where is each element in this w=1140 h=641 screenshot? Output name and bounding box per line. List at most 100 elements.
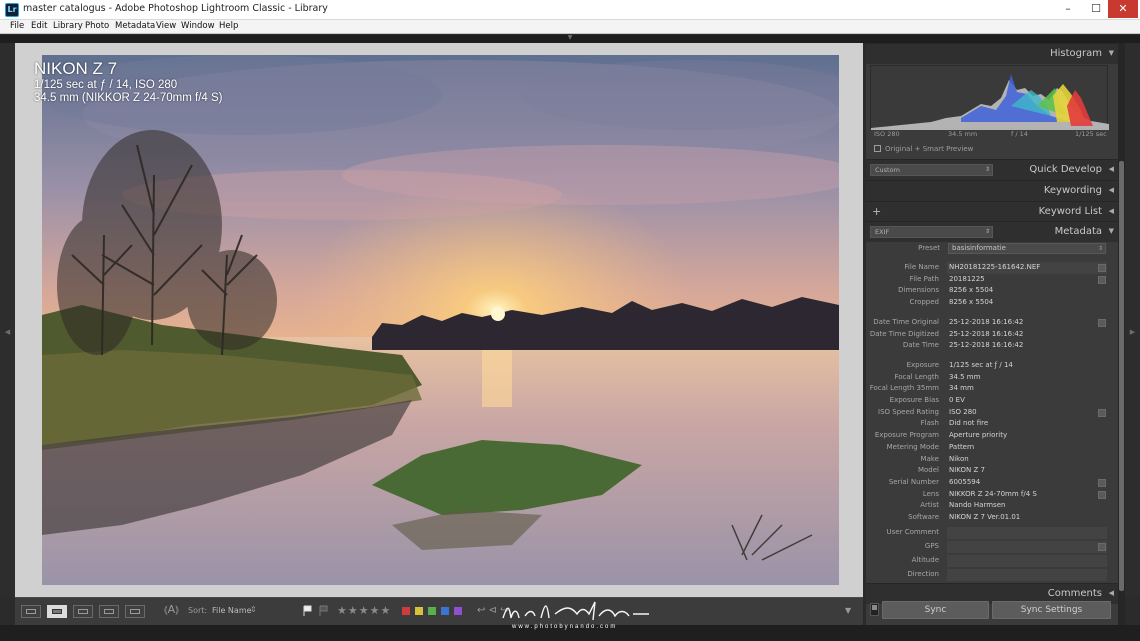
add-keyword-icon[interactable]: + — [872, 205, 881, 218]
expand-triangle-icon[interactable]: ◀ — [1109, 165, 1114, 173]
keywording-header[interactable]: Keywording ◀ — [866, 180, 1120, 201]
color-label-blue[interactable] — [441, 607, 449, 615]
reject-flag-icon[interactable] — [319, 605, 328, 617]
collapse-top-triangle-icon[interactable]: ▼ — [565, 35, 575, 41]
sort-direction-icon[interactable]: ⇕ — [250, 605, 257, 614]
metadata-value: Nikon — [949, 454, 969, 463]
metadata-key: ISO Speed Rating — [878, 407, 939, 416]
expand-triangle-icon[interactable]: ◀ — [1109, 186, 1114, 194]
smart-preview-icon[interactable] — [874, 145, 881, 152]
metadata-value: NIKON Z 7 Ver.01.01 — [949, 513, 1021, 521]
expand-triangle-icon[interactable]: ◀ — [1109, 207, 1114, 215]
grid-view-button[interactable] — [21, 605, 41, 618]
metadata-row: Date Time Original 25-12-2018 16:16:42 — [866, 317, 1120, 329]
maximize-button[interactable]: ☐ — [1082, 0, 1110, 18]
metadata-action-icon[interactable] — [1098, 318, 1106, 327]
keyword-list-header[interactable]: + Keyword List ◀ — [866, 201, 1120, 222]
right-panel-scrollbar[interactable] — [1118, 43, 1125, 625]
expand-triangle-icon[interactable]: ◀ — [1109, 589, 1114, 597]
menu-library[interactable]: Library — [53, 21, 83, 31]
menu-view[interactable]: View — [156, 21, 176, 31]
compare-view-button[interactable] — [73, 605, 93, 618]
metadata-row: ISO Speed Rating ISO 280 — [866, 407, 1120, 419]
color-label-red[interactable] — [402, 607, 410, 615]
metadata-action-icon[interactable] — [1098, 264, 1106, 272]
sync-settings-button[interactable]: Sync Settings — [992, 601, 1111, 619]
camera-model: NIKON Z 7 — [34, 59, 118, 78]
lightroom-app-icon: Lr — [5, 3, 19, 17]
metadata-field[interactable] — [947, 526, 1107, 539]
histogram-header[interactable]: Histogram ▼ — [866, 43, 1120, 64]
expand-left-triangle-icon[interactable]: ◀ — [0, 328, 15, 336]
metadata-row: Direction — [866, 568, 1120, 581]
metadata-key: Artist — [920, 501, 939, 510]
preset-row: Preset basisinformatie ⇕ — [866, 242, 1120, 256]
survey-view-button[interactable] — [99, 605, 119, 618]
metadata-key: Date Time Digitized — [869, 329, 939, 338]
quick-develop-title: Quick Develop — [1029, 164, 1102, 175]
metadata-key: Serial Number — [888, 477, 939, 486]
people-view-button[interactable] — [125, 605, 145, 618]
quick-develop-header[interactable]: Custom ⇕ Quick Develop ◀ — [866, 159, 1120, 180]
metadata-row: Make Nikon — [866, 454, 1120, 466]
right-panel-strip[interactable]: ▶ — [1125, 43, 1140, 597]
metadata-field[interactable] — [947, 568, 1107, 581]
metadata-value: NIKON Z 7 — [949, 466, 985, 475]
metadata-set-select[interactable]: EXIF ⇕ — [870, 226, 993, 238]
metadata-row: Focal Length 34.5 mm — [866, 372, 1120, 384]
close-button[interactable]: ✕ — [1108, 0, 1138, 18]
metadata-header[interactable]: EXIF ⇕ Metadata ▼ — [866, 221, 1120, 242]
histogram-info: ISO 280 34.5 mm f / 14 1/125 sec — [874, 130, 1107, 140]
rotate-icons[interactable]: ↩ ⊲ ↪ — [477, 605, 509, 616]
metadata-action-icon[interactable] — [1098, 490, 1106, 499]
sort-label: Sort: — [188, 606, 208, 615]
menu-metadata[interactable]: Metadata — [115, 21, 155, 31]
metadata-value: 8256 x 5504 — [949, 298, 994, 307]
sync-button[interactable]: Sync — [882, 601, 989, 619]
metadata-key: Exposure — [906, 360, 939, 369]
auto-sync-switch[interactable] — [870, 603, 879, 616]
minimize-button[interactable]: – — [1054, 0, 1082, 18]
left-panel-strip[interactable]: ◀ — [0, 43, 15, 597]
metadata-key: File Name — [904, 263, 939, 271]
sort-dropdown[interactable]: File Name — [212, 606, 252, 615]
metadata-action-icon[interactable] — [1098, 408, 1106, 417]
metadata-action-icon[interactable] — [1098, 478, 1106, 487]
filmstrip-strip[interactable] — [0, 625, 1140, 641]
color-label-yellow[interactable] — [415, 607, 423, 615]
color-label-green[interactable] — [428, 607, 436, 615]
metadata-key: Flash — [920, 419, 939, 428]
color-label-purple[interactable] — [454, 607, 462, 615]
histogram-graph[interactable] — [870, 65, 1109, 130]
metadata-field[interactable] — [947, 554, 1107, 567]
menu-window[interactable]: Window — [181, 21, 215, 31]
metadata-key: Focal Length 35mm — [869, 384, 939, 393]
metadata-field[interactable] — [947, 540, 1107, 553]
toolbar-menu-arrow-icon[interactable]: ▼ — [845, 606, 851, 615]
right-panel: Histogram ▼ ISO 280 34.5 mm f / 14 1/125… — [866, 43, 1120, 625]
loupe-view-button[interactable] — [47, 605, 67, 618]
collapse-triangle-icon[interactable]: ▼ — [1109, 49, 1114, 57]
metadata-action-icon[interactable] — [1098, 542, 1106, 551]
histogram-iso: ISO 280 — [874, 130, 900, 138]
photo-preview[interactable] — [42, 55, 839, 585]
star-rating[interactable]: ★★★★★ — [337, 604, 391, 617]
menu-edit[interactable]: Edit — [31, 21, 47, 31]
metadata-panel: Preset basisinformatie ⇕ File Name NH20181… — [866, 242, 1120, 583]
saved-preset-select[interactable]: Custom ⇕ — [870, 164, 993, 176]
painter-icon[interactable]: ⦅A⦆ — [164, 603, 179, 617]
metadata-row: File Name NH20181225-161642.NEF — [866, 262, 1120, 274]
metadata-key: Cropped — [909, 298, 939, 307]
metadata-value: ISO 280 — [949, 407, 977, 416]
metadata-action-icon[interactable] — [1098, 275, 1106, 284]
pick-flag-icon[interactable] — [303, 605, 312, 617]
metadata-preset-select[interactable]: basisinformatie ⇕ — [948, 243, 1106, 254]
metadata-row: Flash Did not fire — [866, 418, 1120, 430]
menu-file[interactable]: File — [10, 21, 24, 31]
metadata-row: GPS — [866, 540, 1120, 553]
collapse-right-triangle-icon[interactable]: ▶ — [1125, 328, 1140, 336]
metadata-key: Exposure Program — [874, 431, 939, 440]
collapse-triangle-icon[interactable]: ▼ — [1109, 227, 1114, 235]
menu-help[interactable]: Help — [219, 21, 238, 31]
menu-photo[interactable]: Photo — [85, 21, 109, 31]
